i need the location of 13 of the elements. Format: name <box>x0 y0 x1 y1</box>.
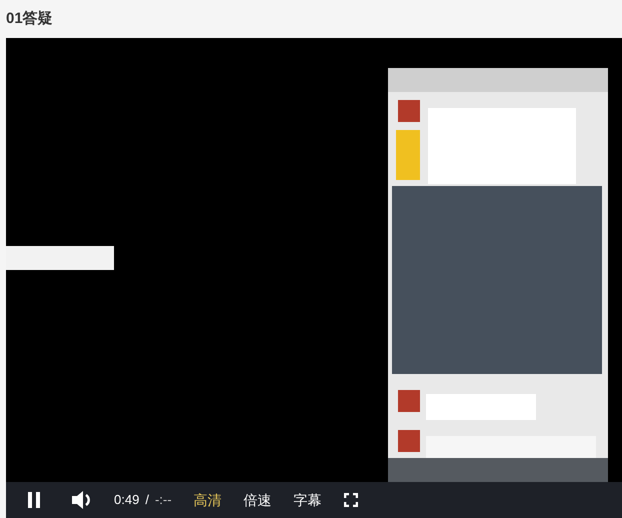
current-time: 0:49 <box>114 491 140 510</box>
speaker-icon <box>72 491 92 509</box>
volume-button[interactable] <box>72 491 92 509</box>
fullscreen-icon <box>344 493 358 507</box>
player-option[interactable]: 高清 <box>194 490 222 510</box>
page-title: 01答疑 <box>6 8 53 29</box>
pause-icon <box>28 492 40 508</box>
fullscreen-button[interactable] <box>344 493 358 507</box>
duration: -:-- <box>154 491 172 510</box>
player-option[interactable]: 倍速 <box>244 490 272 510</box>
player-option[interactable]: 字幕 <box>294 490 322 510</box>
pause-button[interactable] <box>26 491 42 509</box>
time-separator: / <box>145 491 149 510</box>
